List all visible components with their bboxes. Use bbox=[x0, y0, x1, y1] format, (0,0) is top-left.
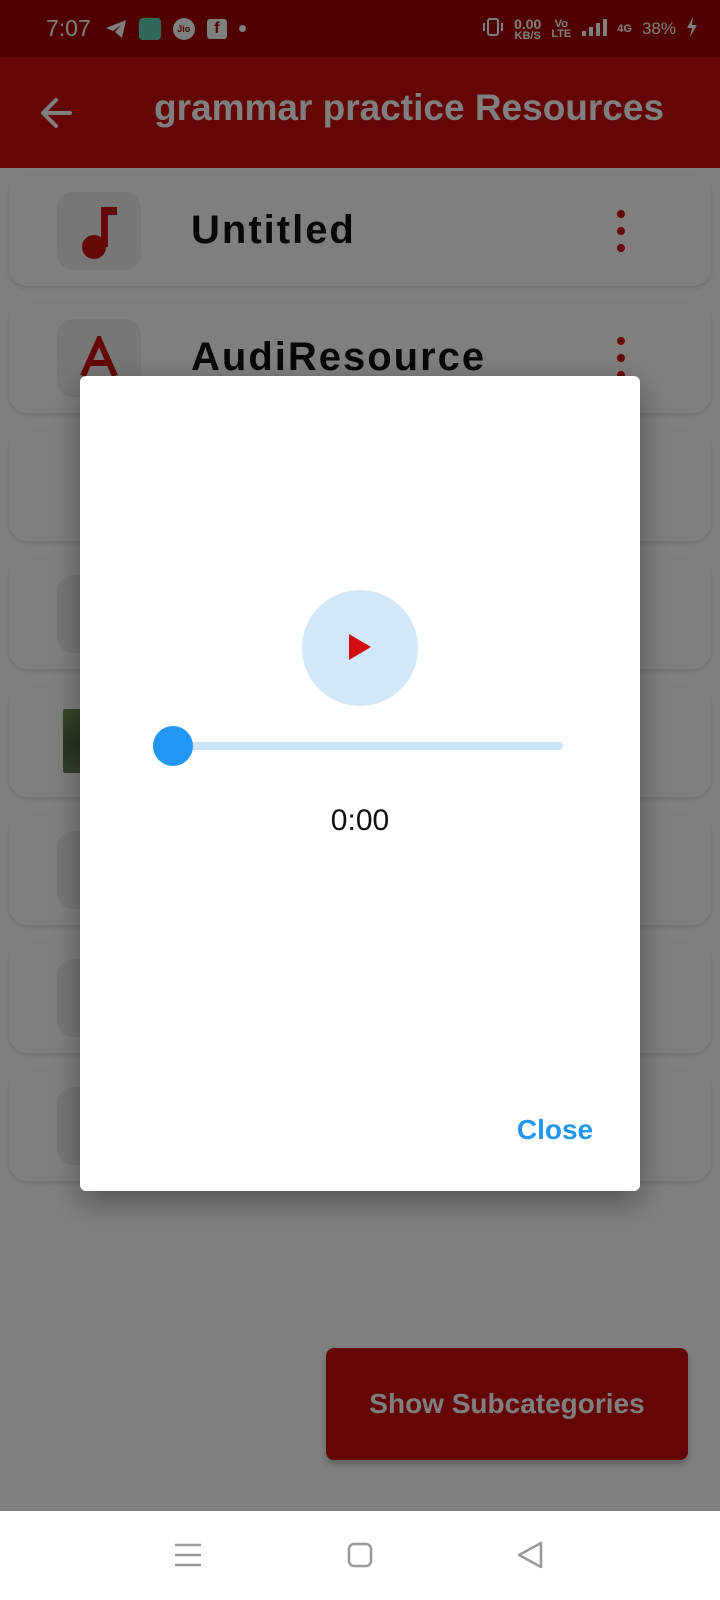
seek-thumb[interactable] bbox=[153, 726, 193, 766]
seek-slider[interactable] bbox=[153, 726, 567, 766]
seek-track bbox=[173, 742, 563, 750]
play-icon bbox=[347, 632, 373, 665]
close-button[interactable]: Close bbox=[500, 1108, 610, 1152]
back-icon[interactable] bbox=[508, 1533, 552, 1577]
menu-icon[interactable] bbox=[166, 1533, 210, 1577]
play-button[interactable] bbox=[302, 590, 418, 706]
audio-player-dialog: 0:00 Close bbox=[80, 376, 640, 1191]
playback-position: 0:00 bbox=[330, 804, 390, 837]
home-icon[interactable] bbox=[338, 1533, 382, 1577]
system-nav-bar bbox=[0, 1511, 720, 1600]
